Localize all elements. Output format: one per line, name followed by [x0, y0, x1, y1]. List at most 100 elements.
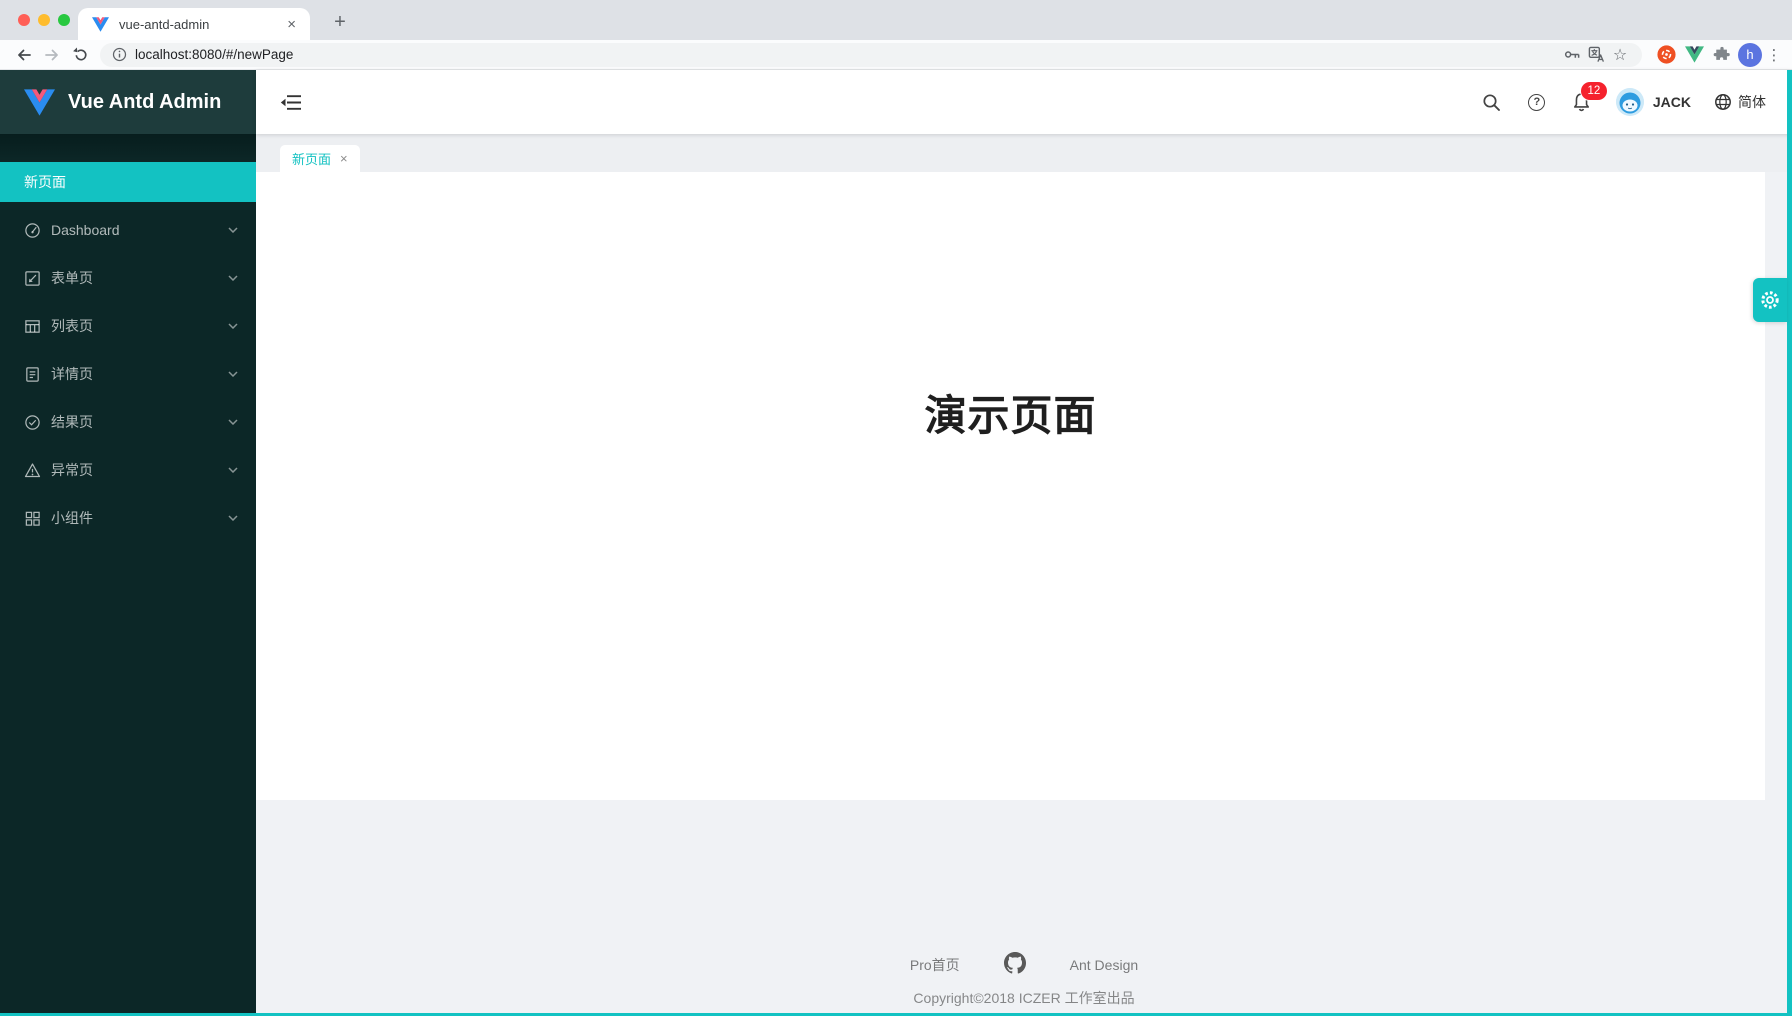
sidebar-item-label: 详情页 — [51, 364, 218, 384]
minimize-window-button[interactable] — [38, 14, 50, 26]
browser-profile-button[interactable]: h — [1736, 42, 1764, 68]
avatar-image — [1616, 88, 1644, 116]
reload-button[interactable] — [66, 42, 94, 68]
user-name: JACK — [1653, 94, 1691, 110]
footer-link-antd[interactable]: Ant Design — [1070, 957, 1138, 973]
puzzle-icon — [1713, 46, 1731, 64]
url-text[interactable]: localhost:8080/#/newPage — [135, 47, 1560, 62]
sidebar-item-forms[interactable]: 表单页 — [0, 258, 256, 298]
close-window-button[interactable] — [18, 14, 30, 26]
profile-icon — [24, 366, 41, 383]
app-page: Vue Antd Admin 新页面 Dashboard — [0, 70, 1792, 1016]
app-logo[interactable]: Vue Antd Admin — [0, 70, 256, 134]
app-title: Vue Antd Admin — [68, 91, 221, 114]
tab-close-icon[interactable]: × — [283, 15, 300, 34]
back-button[interactable] — [10, 42, 38, 68]
browser-toolbar: localhost:8080/#/newPage ☆ — [0, 40, 1792, 70]
password-key-button[interactable] — [1560, 44, 1584, 66]
url-bar[interactable]: localhost:8080/#/newPage ☆ — [100, 43, 1642, 67]
sidebar-item-label: 异常页 — [51, 460, 218, 480]
menu-fold-icon — [280, 93, 302, 112]
route-tab-close-icon[interactable]: × — [340, 152, 348, 165]
route-tabbar: 新页面 × — [256, 134, 1792, 172]
chevron-down-icon — [228, 419, 238, 425]
dashboard-icon — [24, 222, 41, 239]
sidebar-item-details[interactable]: 详情页 — [0, 354, 256, 394]
sidebar: Vue Antd Admin 新页面 Dashboard — [0, 70, 256, 1016]
vue-logo-icon — [24, 89, 55, 116]
sidebar-item-label: 新页面 — [24, 172, 66, 192]
page-footer: Pro首页 Ant Design Copyright©2018 ICZER 工作… — [256, 800, 1792, 1016]
vue-devtools-icon — [1685, 46, 1704, 63]
traffic-lights — [18, 14, 70, 26]
chevron-down-icon — [228, 227, 238, 233]
route-tab-newpage[interactable]: 新页面 × — [280, 145, 360, 172]
appstore-icon — [24, 510, 41, 527]
translate-icon — [1588, 46, 1605, 63]
collapse-sidebar-button[interactable] — [280, 91, 302, 113]
drawer-edge-right — [1787, 70, 1792, 1016]
footer-github-link[interactable] — [1004, 952, 1026, 977]
app-header: ? 12 — [256, 70, 1792, 134]
check-circle-icon — [24, 414, 41, 431]
bookmark-star-icon[interactable]: ☆ — [1608, 44, 1632, 66]
browser-window: vue-antd-admin × + — [0, 0, 1792, 1016]
browser-tabstrip: vue-antd-admin × + — [0, 0, 1792, 40]
sidebar-item-lists[interactable]: 列表页 — [0, 306, 256, 346]
page-content: 演示页面 — [256, 172, 1765, 800]
sidebar-item-label: 列表页 — [51, 316, 218, 336]
chevron-down-icon — [228, 323, 238, 329]
globe-icon — [1714, 93, 1732, 111]
translate-button[interactable] — [1584, 44, 1608, 66]
form-icon — [24, 270, 41, 287]
sidebar-item-label: 结果页 — [51, 412, 218, 432]
sidebar-item-widgets[interactable]: 小组件 — [0, 498, 256, 538]
user-menu[interactable]: JACK — [1616, 88, 1691, 116]
main-area: ? 12 — [256, 70, 1792, 1016]
warning-icon — [24, 462, 41, 479]
browser-menu-button[interactable]: ⋮ — [1764, 42, 1784, 68]
sidebar-item-label: 表单页 — [51, 268, 218, 288]
question-circle-icon: ? — [1528, 94, 1545, 111]
search-button[interactable] — [1481, 91, 1503, 113]
notification-badge: 12 — [1581, 82, 1607, 100]
site-info-icon[interactable] — [112, 47, 127, 62]
help-button[interactable]: ? — [1526, 91, 1548, 113]
extension-orange-button[interactable] — [1652, 42, 1680, 68]
chevron-down-icon — [228, 467, 238, 473]
chevron-down-icon — [228, 515, 238, 521]
reload-icon — [72, 46, 89, 63]
sidebar-item-exceptions[interactable]: 异常页 — [0, 450, 256, 490]
vue-favicon-icon — [92, 17, 109, 32]
sidebar-item-label: 小组件 — [51, 508, 218, 528]
chevron-down-icon — [228, 275, 238, 281]
table-icon — [24, 318, 41, 335]
chevron-down-icon — [228, 371, 238, 377]
sidebar-item-dashboard[interactable]: Dashboard — [0, 210, 256, 250]
route-tab-label: 新页面 — [292, 149, 331, 168]
sidebar-item-label: Dashboard — [51, 222, 218, 238]
maximize-window-button[interactable] — [58, 14, 70, 26]
new-tab-button[interactable]: + — [326, 8, 354, 36]
notifications-button[interactable]: 12 — [1571, 91, 1593, 113]
extensions-button[interactable] — [1708, 42, 1736, 68]
settings-drawer-button[interactable] — [1753, 278, 1787, 322]
forward-icon — [43, 46, 61, 64]
sidebar-item-newpage[interactable]: 新页面 — [0, 162, 256, 202]
copyright-text: Copyright©2018 ICZER 工作室出品 — [913, 988, 1134, 1008]
footer-link-home[interactable]: Pro首页 — [910, 955, 960, 975]
forward-button[interactable] — [38, 42, 66, 68]
github-icon — [1004, 952, 1026, 974]
profile-avatar: h — [1738, 43, 1762, 67]
language-selector[interactable]: 简体 — [1714, 92, 1766, 112]
browser-tab[interactable]: vue-antd-admin × — [78, 8, 310, 40]
user-avatar — [1616, 88, 1644, 116]
header-actions: ? 12 — [1481, 88, 1766, 116]
sidebar-item-results[interactable]: 结果页 — [0, 402, 256, 442]
key-icon — [1564, 46, 1581, 63]
browser-tab-title: vue-antd-admin — [119, 17, 283, 32]
vue-devtools-button[interactable] — [1680, 42, 1708, 68]
gear-icon — [1759, 289, 1781, 311]
logo-shadow — [0, 134, 256, 162]
orange-extension-icon — [1656, 44, 1677, 65]
